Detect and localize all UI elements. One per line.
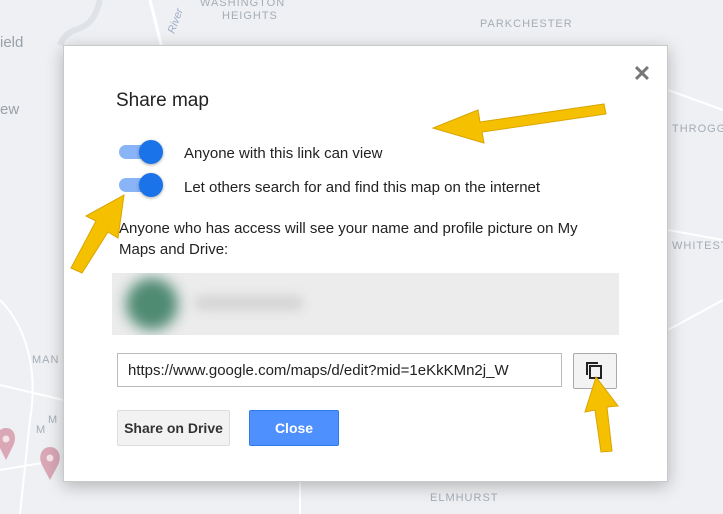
link-view-toggle[interactable] xyxy=(119,140,165,164)
share-map-dialog: ✕ Share map Anyone with this link can vi… xyxy=(63,45,668,482)
close-icon[interactable]: ✕ xyxy=(632,63,652,85)
dialog-title: Share map xyxy=(116,90,209,111)
close-button[interactable]: Close xyxy=(249,410,339,446)
copy-link-button[interactable] xyxy=(573,353,617,389)
search-visibility-toggle-label: Let others search for and find this map … xyxy=(184,179,541,196)
map-pin-icon[interactable] xyxy=(40,447,60,480)
map-pin-icon[interactable] xyxy=(0,428,15,460)
copy-icon xyxy=(586,362,602,379)
avatar xyxy=(126,278,178,330)
search-visibility-toggle[interactable] xyxy=(119,173,165,197)
share-link-field[interactable] xyxy=(117,353,562,387)
toggle-knob xyxy=(139,140,163,164)
link-view-toggle-label: Anyone with this link can view xyxy=(184,145,383,162)
share-on-drive-button[interactable]: Share on Drive xyxy=(117,410,230,446)
access-info-text: Anyone who has access will see your name… xyxy=(119,220,578,258)
owner-name-redacted xyxy=(194,295,304,311)
owner-profile-preview xyxy=(112,273,619,335)
toggle-knob xyxy=(139,173,163,197)
